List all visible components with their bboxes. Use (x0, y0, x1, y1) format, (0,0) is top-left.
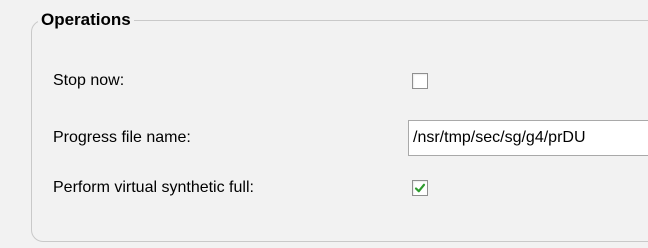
progress-file-name-input[interactable]: /nsr/tmp/sec/sg/g4/prDU (408, 120, 648, 156)
check-mark-icon (414, 183, 426, 193)
virtual-synthetic-full-checkbox[interactable] (412, 180, 428, 196)
stop-now-checkbox[interactable] (412, 73, 428, 89)
operations-panel: Operations Stop now: Progress file name:… (0, 0, 648, 248)
progress-file-name-label: Progress file name: (53, 129, 191, 146)
stop-now-label: Stop now: (53, 72, 125, 89)
virtual-synthetic-full-label: Perform virtual synthetic full: (53, 179, 254, 196)
operations-group-title: Operations (38, 9, 134, 31)
